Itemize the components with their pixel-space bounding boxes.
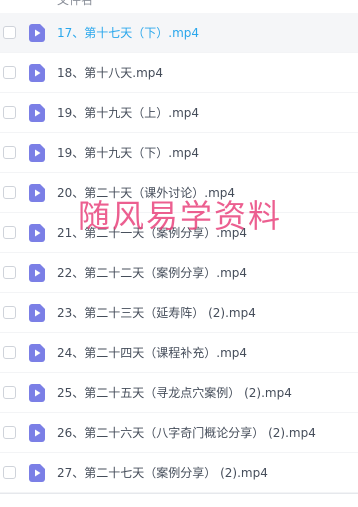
row-checkbox[interactable]: [3, 426, 16, 439]
file-name[interactable]: 23、第二十三天（延寿阵） (2).mp4: [57, 305, 256, 321]
file-list: 17、第十七天（下）.mp4 18、第十八天.mp4 19、第十九天（上）.mp…: [0, 13, 358, 493]
row-checkbox[interactable]: [3, 266, 16, 279]
file-name[interactable]: 18、第十八天.mp4: [57, 65, 163, 81]
video-file-icon: [29, 464, 45, 482]
video-file-icon: [29, 304, 45, 322]
file-name[interactable]: 24、第二十四天（课程补充）.mp4: [57, 345, 247, 361]
row-checkbox[interactable]: [3, 66, 16, 79]
video-file-icon: [29, 104, 45, 122]
video-file-icon: [29, 344, 45, 362]
file-row[interactable]: 27、第二十七天（案例分享） (2).mp4: [0, 453, 358, 493]
file-row[interactable]: 19、第十九天（上）.mp4: [0, 93, 358, 133]
file-name[interactable]: 22、第二十二天（案例分享）.mp4: [57, 265, 247, 281]
file-name[interactable]: 25、第二十五天（寻龙点穴案例） (2).mp4: [57, 385, 292, 401]
video-file-icon: [29, 264, 45, 282]
row-checkbox[interactable]: [3, 186, 16, 199]
file-row[interactable]: 21、第二十一天（案例分享）.mp4: [0, 213, 358, 253]
file-row[interactable]: 18、第十八天.mp4: [0, 53, 358, 93]
row-checkbox[interactable]: [3, 26, 16, 39]
file-name[interactable]: 17、第十七天（下）.mp4: [57, 25, 199, 41]
list-bottom-divider: [0, 493, 358, 494]
file-row[interactable]: 24、第二十四天（课程补充）.mp4: [0, 333, 358, 373]
video-file-icon: [29, 384, 45, 402]
file-row[interactable]: 26、第二十六天（八字奇门概论分享） (2).mp4: [0, 413, 358, 453]
row-checkbox[interactable]: [3, 346, 16, 359]
file-row[interactable]: 17、第十七天（下）.mp4: [0, 13, 358, 53]
file-row[interactable]: 20、第二十天（课外讨论）.mp4: [0, 173, 358, 213]
video-file-icon: [29, 64, 45, 82]
row-checkbox[interactable]: [3, 386, 16, 399]
file-row[interactable]: 19、第十九天（下）.mp4: [0, 133, 358, 173]
file-name[interactable]: 19、第十九天（下）.mp4: [57, 145, 199, 161]
video-file-icon: [29, 144, 45, 162]
video-file-icon: [29, 224, 45, 242]
video-file-icon: [29, 184, 45, 202]
list-header-partial: 文件名: [0, 0, 358, 14]
row-checkbox[interactable]: [3, 106, 16, 119]
row-checkbox[interactable]: [3, 466, 16, 479]
file-name[interactable]: 26、第二十六天（八字奇门概论分享） (2).mp4: [57, 425, 316, 441]
file-name[interactable]: 19、第十九天（上）.mp4: [57, 105, 199, 121]
video-file-icon: [29, 24, 45, 42]
file-name[interactable]: 21、第二十一天（案例分享）.mp4: [57, 225, 247, 241]
file-row[interactable]: 23、第二十三天（延寿阵） (2).mp4: [0, 293, 358, 333]
file-row[interactable]: 25、第二十五天（寻龙点穴案例） (2).mp4: [0, 373, 358, 413]
video-file-icon: [29, 424, 45, 442]
row-checkbox[interactable]: [3, 306, 16, 319]
file-name[interactable]: 27、第二十七天（案例分享） (2).mp4: [57, 465, 268, 481]
file-row[interactable]: 22、第二十二天（案例分享）.mp4: [0, 253, 358, 293]
row-checkbox[interactable]: [3, 226, 16, 239]
row-checkbox[interactable]: [3, 146, 16, 159]
file-name[interactable]: 20、第二十天（课外讨论）.mp4: [57, 185, 235, 201]
column-header-filename: 文件名: [57, 0, 94, 7]
